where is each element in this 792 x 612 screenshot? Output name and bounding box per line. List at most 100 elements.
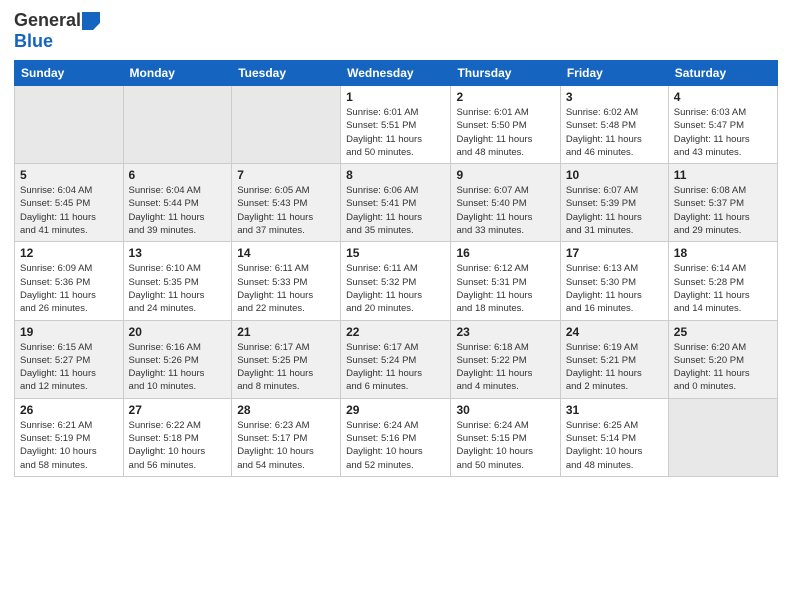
day-cell: 11 Sunrise: 6:08 AM Sunset: 5:37 PM Dayli… (668, 164, 777, 242)
day-info: Sunrise: 6:09 AM Sunset: 5:36 PM Dayligh… (20, 262, 118, 315)
day-info: Sunrise: 6:05 AM Sunset: 5:43 PM Dayligh… (237, 184, 335, 237)
day-header-wednesday: Wednesday (341, 61, 451, 86)
day-number: 12 (20, 246, 118, 260)
day-info: Sunrise: 6:07 AM Sunset: 5:39 PM Dayligh… (566, 184, 663, 237)
day-info: Sunrise: 6:11 AM Sunset: 5:33 PM Dayligh… (237, 262, 335, 315)
day-info: Sunrise: 6:11 AM Sunset: 5:32 PM Dayligh… (346, 262, 445, 315)
day-info: Sunrise: 6:01 AM Sunset: 5:50 PM Dayligh… (456, 106, 554, 159)
day-header-saturday: Saturday (668, 61, 777, 86)
day-cell: 12 Sunrise: 6:09 AM Sunset: 5:36 PM Dayli… (15, 242, 124, 320)
day-cell: 28 Sunrise: 6:23 AM Sunset: 5:17 PM Dayli… (232, 398, 341, 476)
days-header-row: SundayMondayTuesdayWednesdayThursdayFrid… (15, 61, 778, 86)
day-number: 1 (346, 90, 445, 104)
day-info: Sunrise: 6:08 AM Sunset: 5:37 PM Dayligh… (674, 184, 772, 237)
day-header-friday: Friday (560, 61, 668, 86)
day-number: 24 (566, 325, 663, 339)
day-info: Sunrise: 6:18 AM Sunset: 5:22 PM Dayligh… (456, 341, 554, 394)
day-info: Sunrise: 6:22 AM Sunset: 5:18 PM Dayligh… (129, 419, 227, 472)
day-cell: 17Sunrise: 6:13 AM Sunset: 5:30 PM Dayli… (560, 242, 668, 320)
day-info: Sunrise: 6:01 AM Sunset: 5:51 PM Dayligh… (346, 106, 445, 159)
week-row-3: 12 Sunrise: 6:09 AM Sunset: 5:36 PM Dayli… (15, 242, 778, 320)
day-number: 10 (566, 168, 663, 182)
day-info: Sunrise: 6:04 AM Sunset: 5:44 PM Dayligh… (129, 184, 227, 237)
day-cell: 5 Sunrise: 6:04 AM Sunset: 5:45 PM Daylig… (15, 164, 124, 242)
day-cell: 22 Sunrise: 6:17 AM Sunset: 5:24 PM Dayli… (341, 320, 451, 398)
day-cell: 4Sunrise: 6:03 AM Sunset: 5:47 PM Daylig… (668, 86, 777, 164)
logo-general-text: General (14, 10, 81, 31)
day-cell: 9 Sunrise: 6:07 AM Sunset: 5:40 PM Daylig… (451, 164, 560, 242)
day-cell: 18Sunrise: 6:14 AM Sunset: 5:28 PM Dayli… (668, 242, 777, 320)
day-cell: 20 Sunrise: 6:16 AM Sunset: 5:26 PM Dayli… (123, 320, 232, 398)
day-number: 18 (674, 246, 772, 260)
day-cell: 2 Sunrise: 6:01 AM Sunset: 5:50 PM Daylig… (451, 86, 560, 164)
week-row-4: 19Sunrise: 6:15 AM Sunset: 5:27 PM Dayli… (15, 320, 778, 398)
day-header-monday: Monday (123, 61, 232, 86)
day-info: Sunrise: 6:06 AM Sunset: 5:41 PM Dayligh… (346, 184, 445, 237)
day-number: 16 (456, 246, 554, 260)
day-cell: 7 Sunrise: 6:05 AM Sunset: 5:43 PM Daylig… (232, 164, 341, 242)
day-number: 26 (20, 403, 118, 417)
day-info: Sunrise: 6:24 AM Sunset: 5:16 PM Dayligh… (346, 419, 445, 472)
day-number: 28 (237, 403, 335, 417)
day-cell: 24 Sunrise: 6:19 AM Sunset: 5:21 PM Dayli… (560, 320, 668, 398)
week-row-1: 1 Sunrise: 6:01 AM Sunset: 5:51 PM Daylig… (15, 86, 778, 164)
day-cell: 8 Sunrise: 6:06 AM Sunset: 5:41 PM Daylig… (341, 164, 451, 242)
day-header-sunday: Sunday (15, 61, 124, 86)
day-number: 7 (237, 168, 335, 182)
day-cell: 19Sunrise: 6:15 AM Sunset: 5:27 PM Dayli… (15, 320, 124, 398)
day-number: 31 (566, 403, 663, 417)
day-cell: 31 Sunrise: 6:25 AM Sunset: 5:14 PM Dayli… (560, 398, 668, 476)
day-info: Sunrise: 6:17 AM Sunset: 5:24 PM Dayligh… (346, 341, 445, 394)
day-number: 8 (346, 168, 445, 182)
day-cell: 10 Sunrise: 6:07 AM Sunset: 5:39 PM Dayli… (560, 164, 668, 242)
day-number: 20 (129, 325, 227, 339)
day-cell: 15 Sunrise: 6:11 AM Sunset: 5:32 PM Dayli… (341, 242, 451, 320)
day-info: Sunrise: 6:21 AM Sunset: 5:19 PM Dayligh… (20, 419, 118, 472)
day-cell (123, 86, 232, 164)
day-cell: 21 Sunrise: 6:17 AM Sunset: 5:25 PM Dayli… (232, 320, 341, 398)
day-cell (668, 398, 777, 476)
day-header-thursday: Thursday (451, 61, 560, 86)
day-number: 22 (346, 325, 445, 339)
logo-icon (82, 12, 100, 30)
day-number: 23 (456, 325, 554, 339)
week-row-2: 5 Sunrise: 6:04 AM Sunset: 5:45 PM Daylig… (15, 164, 778, 242)
day-info: Sunrise: 6:23 AM Sunset: 5:17 PM Dayligh… (237, 419, 335, 472)
day-cell: 27Sunrise: 6:22 AM Sunset: 5:18 PM Dayli… (123, 398, 232, 476)
day-info: Sunrise: 6:12 AM Sunset: 5:31 PM Dayligh… (456, 262, 554, 315)
day-number: 14 (237, 246, 335, 260)
day-cell: 30Sunrise: 6:24 AM Sunset: 5:15 PM Dayli… (451, 398, 560, 476)
day-cell: 25 Sunrise: 6:20 AM Sunset: 5:20 PM Dayli… (668, 320, 777, 398)
calendar-table: SundayMondayTuesdayWednesdayThursdayFrid… (14, 60, 778, 477)
day-info: Sunrise: 6:16 AM Sunset: 5:26 PM Dayligh… (129, 341, 227, 394)
day-number: 9 (456, 168, 554, 182)
day-number: 11 (674, 168, 772, 182)
week-row-5: 26 Sunrise: 6:21 AM Sunset: 5:19 PM Dayli… (15, 398, 778, 476)
day-info: Sunrise: 6:19 AM Sunset: 5:21 PM Dayligh… (566, 341, 663, 394)
day-info: Sunrise: 6:25 AM Sunset: 5:14 PM Dayligh… (566, 419, 663, 472)
day-number: 5 (20, 168, 118, 182)
day-info: Sunrise: 6:17 AM Sunset: 5:25 PM Dayligh… (237, 341, 335, 394)
day-number: 21 (237, 325, 335, 339)
logo: General Blue (14, 10, 100, 52)
day-number: 25 (674, 325, 772, 339)
day-number: 15 (346, 246, 445, 260)
day-info: Sunrise: 6:07 AM Sunset: 5:40 PM Dayligh… (456, 184, 554, 237)
day-info: Sunrise: 6:04 AM Sunset: 5:45 PM Dayligh… (20, 184, 118, 237)
day-number: 4 (674, 90, 772, 104)
day-cell: 14 Sunrise: 6:11 AM Sunset: 5:33 PM Dayli… (232, 242, 341, 320)
day-number: 2 (456, 90, 554, 104)
day-cell: 23 Sunrise: 6:18 AM Sunset: 5:22 PM Dayli… (451, 320, 560, 398)
day-cell: 26 Sunrise: 6:21 AM Sunset: 5:19 PM Dayli… (15, 398, 124, 476)
day-number: 19 (20, 325, 118, 339)
day-info: Sunrise: 6:20 AM Sunset: 5:20 PM Dayligh… (674, 341, 772, 394)
day-cell: 13Sunrise: 6:10 AM Sunset: 5:35 PM Dayli… (123, 242, 232, 320)
day-cell (232, 86, 341, 164)
day-number: 3 (566, 90, 663, 104)
day-cell: 6 Sunrise: 6:04 AM Sunset: 5:44 PM Daylig… (123, 164, 232, 242)
day-number: 29 (346, 403, 445, 417)
logo-blue-text: Blue (14, 31, 53, 51)
day-info: Sunrise: 6:10 AM Sunset: 5:35 PM Dayligh… (129, 262, 227, 315)
day-number: 6 (129, 168, 227, 182)
day-cell: 16 Sunrise: 6:12 AM Sunset: 5:31 PM Dayli… (451, 242, 560, 320)
